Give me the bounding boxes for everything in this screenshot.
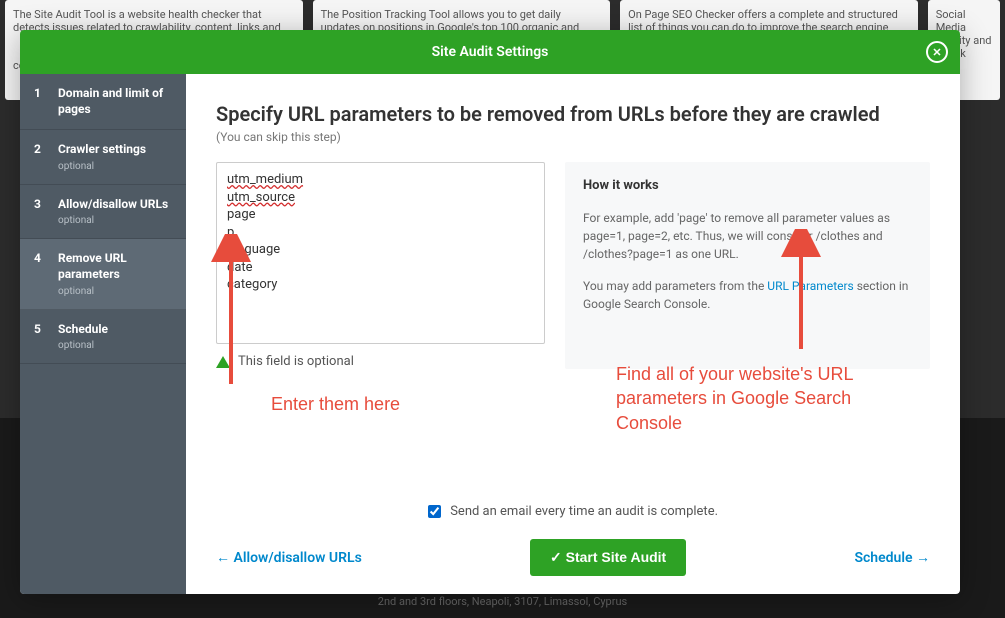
- step-title: Domain and limit of pages: [58, 86, 172, 117]
- email-option-row: Send an email every time an audit is com…: [216, 504, 930, 519]
- email-checkbox[interactable]: [428, 505, 441, 518]
- step-allow[interactable]: 3 Allow/disallow URLs optional: [20, 185, 186, 240]
- step-domain[interactable]: 1 Domain and limit of pages: [20, 74, 186, 130]
- annotation-text: Enter them here: [271, 392, 400, 416]
- step-optional: optional: [58, 161, 172, 172]
- warning-icon: [216, 356, 230, 368]
- step-title: Crawler settings: [58, 142, 172, 158]
- step-number: 3: [34, 197, 46, 227]
- settings-modal: Site Audit Settings 1 Domain and limit o…: [20, 30, 960, 594]
- how-it-works-title: How it works: [583, 178, 912, 193]
- how-paragraph: For example, add 'page' to remove all pa…: [583, 209, 912, 263]
- annotation-text: Find all of your website's URL parameter…: [616, 362, 896, 435]
- close-icon[interactable]: [926, 41, 948, 63]
- next-button[interactable]: Schedule: [854, 549, 930, 566]
- url-params-input[interactable]: utm_mediumutm_sourcepageplanguagedatecat…: [216, 162, 545, 344]
- step-number: 5: [34, 322, 46, 352]
- step-optional: optional: [58, 215, 172, 226]
- step-optional: optional: [58, 286, 172, 297]
- wizard-steps: 1 Domain and limit of pages 2 Crawler se…: [20, 74, 186, 594]
- footer-address: 2nd and 3rd floors, Neapoli, 3107, Limas…: [378, 595, 627, 608]
- modal-content: Specify URL parameters to be removed fro…: [186, 74, 960, 594]
- step-crawler[interactable]: 2 Crawler settings optional: [20, 130, 186, 185]
- step-number: 1: [34, 86, 46, 117]
- step-title: Schedule: [58, 322, 172, 338]
- back-button[interactable]: Allow/disallow URLs: [216, 549, 362, 566]
- step-title: Remove URL parameters: [58, 251, 172, 282]
- optional-text: This field is optional: [238, 354, 354, 369]
- step-title: Allow/disallow URLs: [58, 197, 172, 213]
- step-optional: optional: [58, 340, 172, 351]
- step-number: 2: [34, 142, 46, 172]
- modal-title: Site Audit Settings: [432, 44, 549, 60]
- start-audit-button[interactable]: Start Site Audit: [530, 539, 686, 576]
- optional-note: This field is optional: [216, 354, 545, 369]
- modal-header: Site Audit Settings: [20, 30, 960, 74]
- url-parameters-link[interactable]: URL Parameters: [767, 279, 853, 293]
- step-number: 4: [34, 251, 46, 296]
- modal-nav: Allow/disallow URLs Start Site Audit Sch…: [216, 539, 930, 576]
- step-remove-params[interactable]: 4 Remove URL parameters optional: [20, 239, 186, 309]
- how-paragraph: You may add parameters from the URL Para…: [583, 277, 912, 313]
- page-title: Specify URL parameters to be removed fro…: [216, 102, 930, 126]
- step-schedule[interactable]: 5 Schedule optional: [20, 310, 186, 365]
- page-subtitle: (You can skip this step): [216, 130, 930, 144]
- email-label: Send an email every time an audit is com…: [450, 504, 718, 519]
